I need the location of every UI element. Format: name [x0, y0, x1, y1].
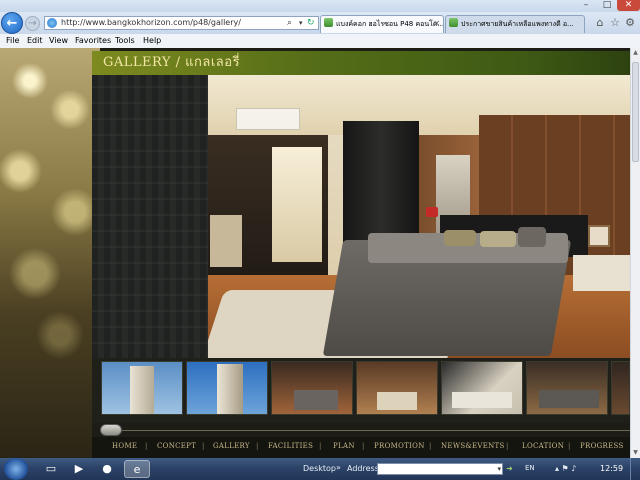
firefox-icon[interactable]: ●: [94, 460, 120, 478]
nav-separator: |: [256, 442, 259, 450]
chevron-down-icon[interactable]: ▾: [299, 17, 303, 29]
language-indicator[interactable]: EN: [525, 458, 535, 478]
tab-bangkok-horizon[interactable]: แบงค์คอก ฮอไรซอน P48 คอนโด... ✕: [320, 15, 444, 33]
nav-separator: |: [429, 442, 432, 450]
page-scrollbar[interactable]: ▲ ▼: [630, 48, 640, 458]
decorative-side-panel: [92, 75, 208, 358]
site-tab-icon: [449, 18, 458, 27]
taskbar-address-input[interactable]: ▾: [377, 463, 503, 475]
nav-separator: |: [202, 442, 205, 450]
maximize-button[interactable]: □: [597, 0, 617, 11]
ie-page-icon: [47, 18, 57, 28]
site-tab-icon: [324, 18, 333, 27]
menu-favorites[interactable]: Favorites: [75, 34, 111, 48]
gear-icon[interactable]: ⚙: [623, 16, 637, 30]
thumbnail-bedroom-2[interactable]: [356, 361, 438, 415]
show-desktop-button[interactable]: [630, 458, 640, 480]
menu-tools[interactable]: Tools: [115, 34, 135, 48]
forward-button[interactable]: →: [25, 16, 40, 31]
thumbnail-scroll-slider[interactable]: [92, 423, 630, 437]
system-tray-icons[interactable]: ▴ ⚑ ♪: [555, 463, 595, 475]
page-content: GALLERY / แกลเลอรี่ HOME | CONCEPT | GAL…: [0, 48, 630, 458]
thumbnail-building-exterior[interactable]: [101, 361, 183, 415]
nav-separator: |: [145, 442, 148, 450]
tab-label: ประกาศขายสินค้าเหลือแพงทางดี อ...: [461, 20, 574, 28]
scroll-down-icon[interactable]: ▼: [631, 448, 640, 458]
clock[interactable]: 12:59: [600, 458, 623, 480]
thumbnail-bedroom[interactable]: [271, 361, 353, 415]
chevron-down-icon[interactable]: ▾: [497, 464, 501, 474]
menu-file[interactable]: File: [6, 34, 19, 48]
arrow-right-icon: →: [28, 18, 37, 29]
thumbnail-partial[interactable]: [611, 361, 630, 415]
home-icon[interactable]: ⌂: [593, 16, 607, 30]
tab-label: แบงค์คอก ฮอไรซอน P48 คอนโด...: [336, 20, 444, 28]
slider-line: [116, 430, 630, 431]
address-bar: ← → http://www.bangkokhorizon.com/p48/ga…: [0, 12, 640, 35]
media-player-icon[interactable]: ▶: [66, 460, 92, 478]
nav-home[interactable]: HOME: [112, 442, 137, 450]
nav-promotion[interactable]: PROMOTION: [374, 442, 425, 450]
title-bar: – □ ✕: [0, 0, 640, 12]
page-title: GALLERY / แกลเลอรี่: [103, 55, 241, 70]
main-gallery-photo: [208, 75, 630, 358]
scroll-up-icon[interactable]: ▲: [631, 48, 640, 58]
taskbar: ▭ ▶ ● e Desktop » Address ▾ ➜ EN ▴ ⚑ ♪ 1…: [0, 458, 640, 480]
internet-explorer-icon[interactable]: e: [124, 460, 150, 478]
nav-location[interactable]: LOCATION: [522, 442, 564, 450]
arrow-left-icon: ←: [6, 16, 18, 31]
tab-second[interactable]: ประกาศขายสินค้าเหลือแพงทางดี อ...: [445, 15, 585, 33]
explorer-icon[interactable]: ▭: [38, 460, 64, 478]
thumbnail-strip: [92, 358, 630, 423]
url-input[interactable]: http://www.bangkokhorizon.com/p48/galler…: [44, 16, 319, 30]
thumbnail-bedroom-3[interactable]: [526, 361, 608, 415]
nav-separator: |: [319, 442, 322, 450]
menu-view[interactable]: View: [49, 34, 68, 48]
refresh-icon[interactable]: ↻: [307, 17, 315, 29]
url-text[interactable]: http://www.bangkokhorizon.com/p48/galler…: [61, 17, 241, 29]
scroll-thumb[interactable]: [632, 62, 639, 162]
nav-concept[interactable]: CONCEPT: [157, 442, 196, 450]
search-icon[interactable]: ⌕: [287, 17, 292, 29]
thumbnail-building-tower[interactable]: [186, 361, 268, 415]
address-toolbar-label: Address: [347, 464, 379, 473]
close-tab-icon[interactable]: ✕: [433, 16, 440, 32]
menu-help[interactable]: Help: [143, 34, 161, 48]
go-arrow-icon[interactable]: ➜: [506, 463, 516, 475]
browser-toolbar-icons: ⌂ ☆ ⚙: [593, 16, 639, 30]
nav-plan[interactable]: PLAN: [333, 442, 355, 450]
nav-separator: |: [506, 442, 509, 450]
gallery-header: GALLERY / แกลเลอรี่: [92, 51, 630, 75]
site-nav: HOME | CONCEPT | GALLERY | FACILITIES | …: [92, 437, 630, 458]
menu-edit[interactable]: Edit: [27, 34, 43, 48]
bokeh-background-image: [0, 48, 100, 458]
nav-facilities[interactable]: FACILITIES: [268, 442, 313, 450]
nav-separator: |: [568, 442, 571, 450]
nav-progress[interactable]: PROGRESS: [580, 442, 624, 450]
minimize-button[interactable]: –: [576, 0, 596, 11]
close-window-button[interactable]: ✕: [617, 0, 640, 11]
nav-news-events[interactable]: NEWS&EVENTS: [441, 442, 505, 450]
slider-handle[interactable]: [100, 424, 122, 436]
thumbnail-kitchen[interactable]: [441, 361, 523, 415]
menu-bar: File Edit View Favorites Tools Help: [0, 34, 640, 49]
favorites-star-icon[interactable]: ☆: [608, 16, 622, 30]
nav-separator: |: [362, 442, 365, 450]
back-button[interactable]: ←: [1, 12, 23, 34]
desktop-toolbar-label[interactable]: Desktop: [303, 458, 336, 480]
chevron-right-icon[interactable]: »: [336, 458, 341, 478]
nav-gallery[interactable]: GALLERY: [213, 442, 250, 450]
start-button[interactable]: [4, 458, 28, 480]
